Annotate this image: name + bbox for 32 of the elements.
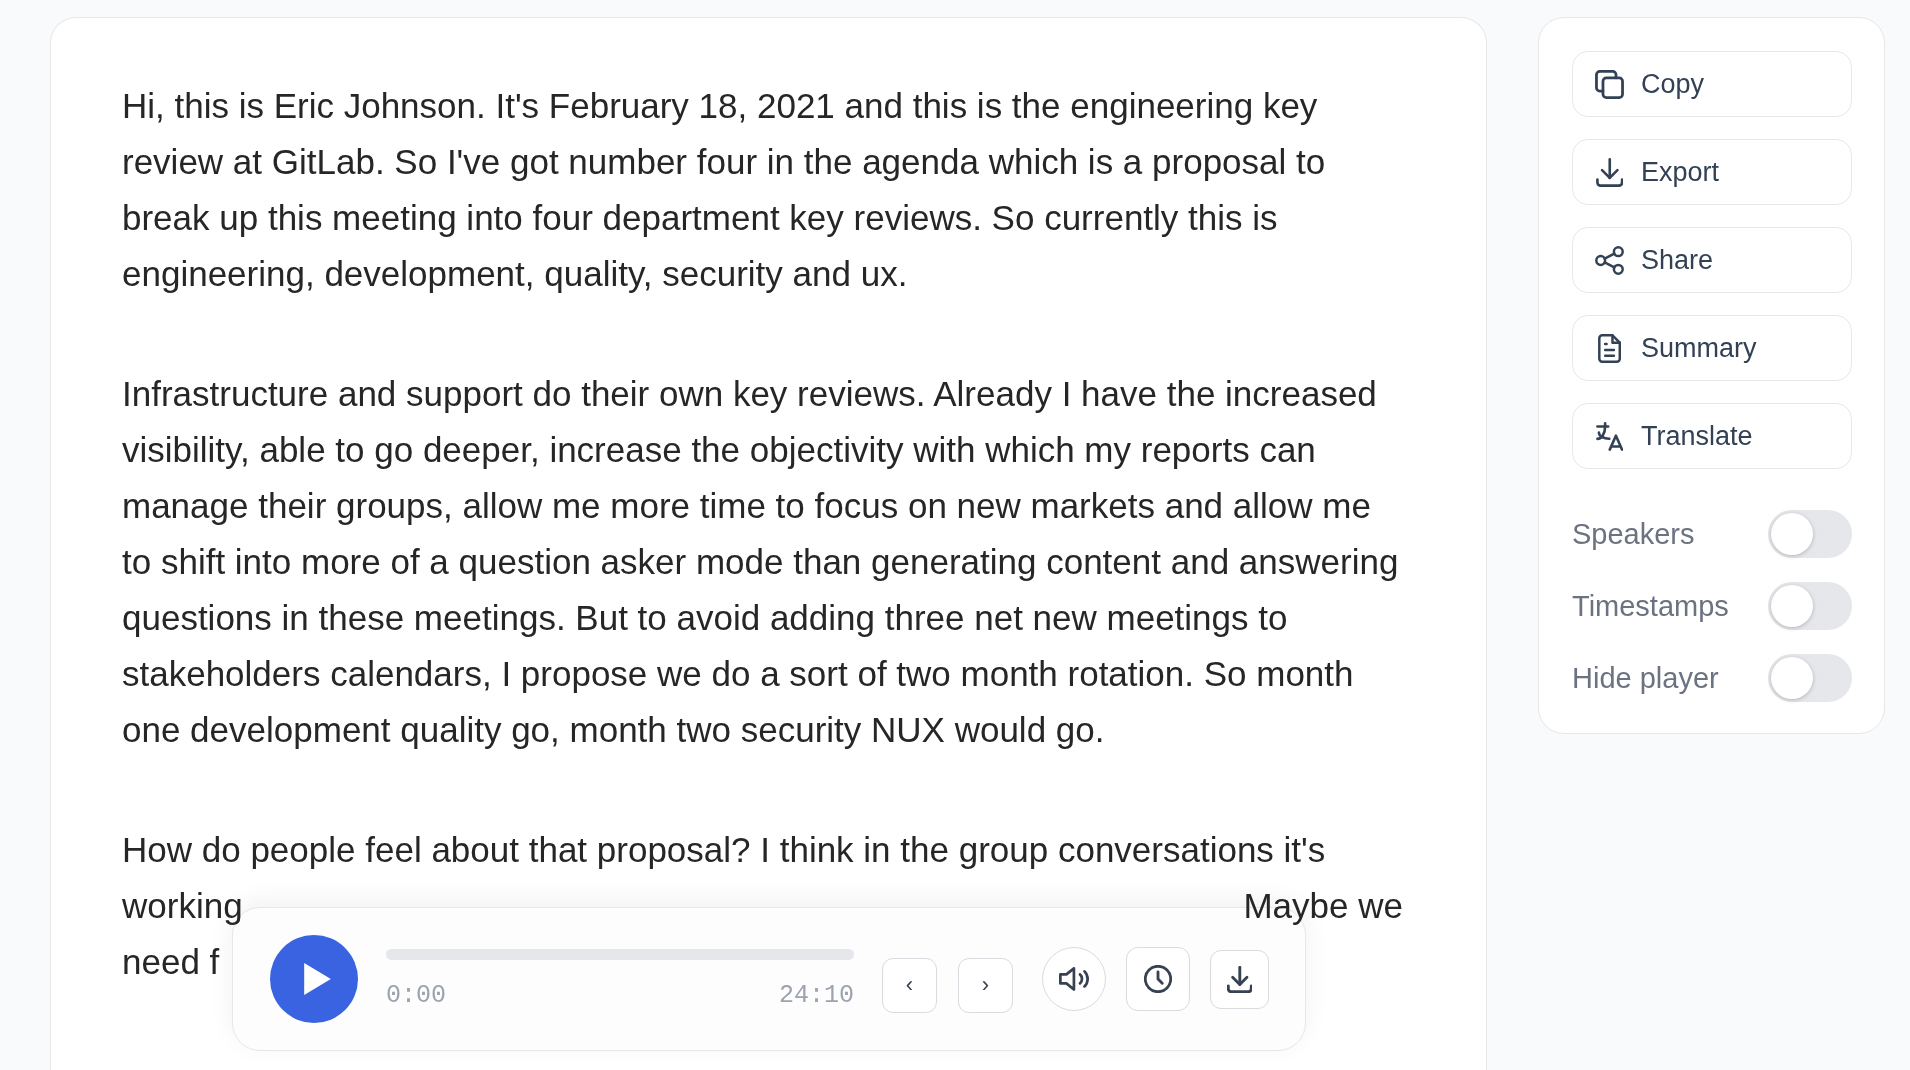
toggle-switch[interactable] <box>1768 654 1852 702</box>
transcript-text: How do people feel about that proposal? I think in the group conversations it's <box>122 829 1326 871</box>
translate-icon <box>1595 421 1624 451</box>
toggle-switch[interactable] <box>1768 510 1852 558</box>
download-icon <box>1226 965 1253 993</box>
download-icon <box>1595 157 1624 187</box>
transcript-paragraph: Hi, this is Eric Johnson. It's February 18, 2021 and this is the engineering key review at GitLab. So I've got number four in the agenda which is a proposal to break up this meeting into four department key reviews. So currently this is engineering, development, quality, security and ux. <box>122 85 1327 295</box>
download-button[interactable] <box>1210 949 1269 1009</box>
toggle-label: Hide player <box>1572 661 1719 695</box>
copy-button[interactable]: Copy <box>1572 51 1852 117</box>
summary-button[interactable]: Summary <box>1572 315 1852 381</box>
transcript-paragraph: Infrastructure and support do their own key reviews. Already I have the increased visibility, able to go deeper, increase the objectivity with which my reports can manage their groups, allow me more time to focus on new markets and allow me to shift into more of a question asker mode than generating content and answering questions in these meetings. But to avoid adding three net new meetings to stakeholders calendars, I propose we do a sort of two month rotation. So month one development quality go, month two security NUX would go. <box>122 373 1400 751</box>
clock-icon <box>1144 965 1172 993</box>
transcript-text: need f <box>122 941 220 983</box>
transcript-text: working <box>122 885 243 927</box>
clock-button[interactable] <box>1126 947 1190 1011</box>
share-button[interactable]: Share <box>1572 227 1852 293</box>
export-button[interactable]: Export <box>1572 139 1852 205</box>
toggle-switch[interactable] <box>1768 582 1852 630</box>
progress-track[interactable] <box>386 948 854 960</box>
translate-button[interactable]: Translate <box>1572 403 1852 469</box>
next-button[interactable]: › <box>958 957 1013 1013</box>
transcript-text: Maybe we <box>1243 885 1403 927</box>
speaker-icon <box>1059 967 1089 991</box>
copy-icon <box>1595 69 1624 99</box>
previous-button[interactable]: ‹ <box>882 957 937 1013</box>
document-icon <box>1597 333 1622 363</box>
elapsed-time: 0:00 <box>386 981 446 1010</box>
duration-time: 24:10 <box>779 981 854 1010</box>
toggle-label: Speakers <box>1572 517 1695 551</box>
toggle-label: Timestamps <box>1572 589 1729 623</box>
share-icon <box>1595 245 1624 275</box>
